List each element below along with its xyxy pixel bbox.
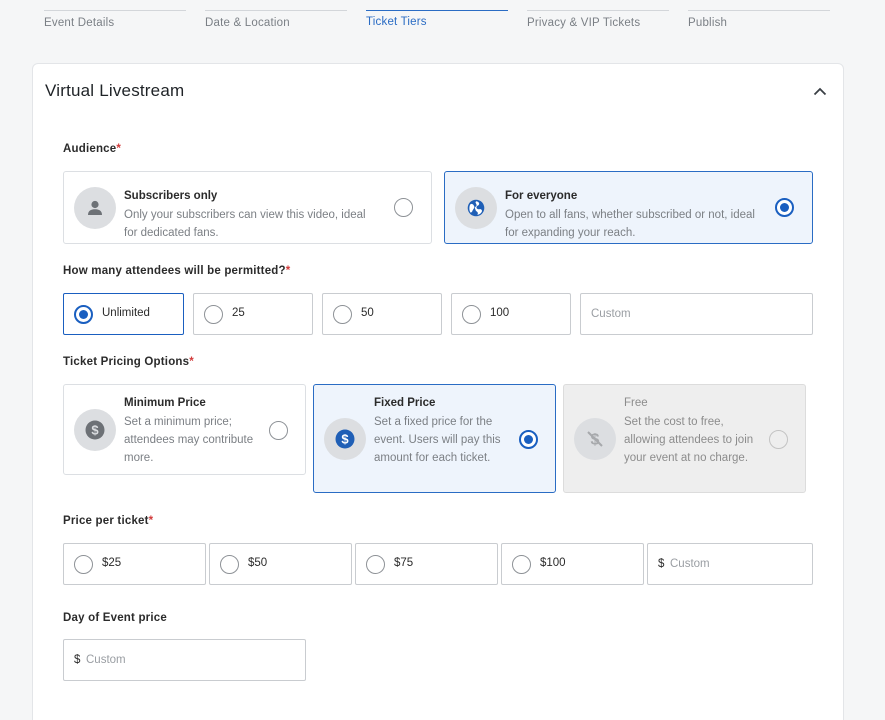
chip-label: $100 (540, 557, 566, 569)
audience-everyone-radio[interactable] (775, 198, 794, 217)
pricing-option-minimum[interactable]: $ Minimum Price Set a minimum price; att… (63, 384, 306, 475)
radio-button[interactable] (512, 555, 531, 574)
step-publish[interactable]: Publish (688, 10, 830, 29)
pricing-fixed-radio[interactable] (519, 430, 538, 449)
person-icon (74, 187, 116, 229)
option-description: Only your subscribers can view this vide… (124, 209, 366, 239)
price-option-50[interactable]: $50 (209, 543, 352, 585)
virtual-livestream-card: Virtual Livestream Audience* Subscribers… (32, 63, 844, 720)
attendees-option-25[interactable]: 25 (193, 293, 313, 335)
chip-label: $50 (248, 557, 268, 569)
attendees-custom-input[interactable] (591, 294, 806, 334)
option-title: For everyone (505, 190, 578, 202)
attendees-custom-field[interactable] (580, 293, 813, 335)
audience-subscribers-radio[interactable] (394, 198, 413, 217)
price-custom-field[interactable]: $ (647, 543, 813, 585)
attendees-option-100[interactable]: 100 (451, 293, 571, 335)
option-title: Fixed Price (374, 397, 436, 409)
chip-label: 25 (232, 307, 245, 319)
audience-option-subscribers[interactable]: Subscribers only Only your subscribers c… (63, 171, 432, 244)
dollar-circle-icon: $ (74, 409, 116, 451)
attendees-label: How many attendees will be permitted?* (63, 265, 291, 277)
dollar-circle-icon: $ (324, 418, 366, 460)
attendees-option-50[interactable]: 50 (322, 293, 442, 335)
audience-label: Audience* (63, 143, 122, 155)
chip-label: 100 (490, 307, 510, 319)
globe-icon (455, 187, 497, 229)
price-option-75[interactable]: $75 (355, 543, 498, 585)
price-option-100[interactable]: $100 (501, 543, 644, 585)
radio-button[interactable] (220, 555, 239, 574)
radio-button[interactable] (333, 305, 352, 324)
step-privacy-vip[interactable]: Privacy & VIP Tickets (527, 10, 669, 29)
price-custom-input[interactable] (670, 544, 808, 584)
currency-prefix: $ (74, 654, 81, 666)
option-description: Open to all fans, whether subscribed or … (505, 209, 755, 239)
chip-label: $75 (394, 557, 414, 569)
step-ticket-tiers[interactable]: Ticket Tiers (366, 10, 508, 28)
chip-label: 50 (361, 307, 374, 319)
section-title: Virtual Livestream (45, 81, 185, 100)
progress-stepper: Event Details Date & Location Ticket Tie… (44, 0, 830, 40)
radio-button[interactable] (462, 305, 481, 324)
pricing-option-fixed[interactable]: $ Fixed Price Set a fixed price for the … (313, 384, 556, 493)
pricing-free-radio (769, 430, 788, 449)
radio-button[interactable] (74, 555, 93, 574)
option-title: Minimum Price (124, 397, 206, 409)
radio-button[interactable] (204, 305, 223, 324)
radio-button[interactable] (74, 305, 93, 324)
option-title: Free (624, 397, 648, 409)
chip-label: Unlimited (102, 307, 150, 319)
no-dollar-icon: $ (574, 418, 616, 460)
day-of-event-price-field[interactable]: $ (63, 639, 306, 681)
step-event-details[interactable]: Event Details (44, 10, 186, 29)
option-description: Set a minimum price; attendees may contr… (124, 416, 254, 464)
pricing-label: Ticket Pricing Options* (63, 356, 194, 368)
day-of-event-price-input[interactable] (86, 640, 301, 680)
step-date-location[interactable]: Date & Location (205, 10, 347, 29)
pricing-option-free: $ Free Set the cost to free, allowing at… (563, 384, 806, 493)
option-description: Set the cost to free, allowing attendees… (624, 416, 754, 464)
svg-text:$: $ (91, 423, 99, 438)
collapse-button[interactable] (810, 81, 830, 101)
svg-text:$: $ (341, 432, 349, 447)
pricing-minimum-radio[interactable] (269, 421, 288, 440)
option-title: Subscribers only (124, 190, 218, 202)
attendees-option-unlimited[interactable]: Unlimited (63, 293, 184, 335)
radio-button[interactable] (366, 555, 385, 574)
chip-label: $25 (102, 557, 122, 569)
audience-option-everyone[interactable]: For everyone Open to all fans, whether s… (444, 171, 813, 244)
day-of-event-label: Day of Event price (63, 612, 167, 624)
currency-prefix: $ (658, 558, 665, 570)
option-description: Set a fixed price for the event. Users w… (374, 416, 501, 464)
chevron-up-icon (813, 87, 827, 95)
price-per-ticket-label: Price per ticket* (63, 515, 154, 527)
price-option-25[interactable]: $25 (63, 543, 206, 585)
